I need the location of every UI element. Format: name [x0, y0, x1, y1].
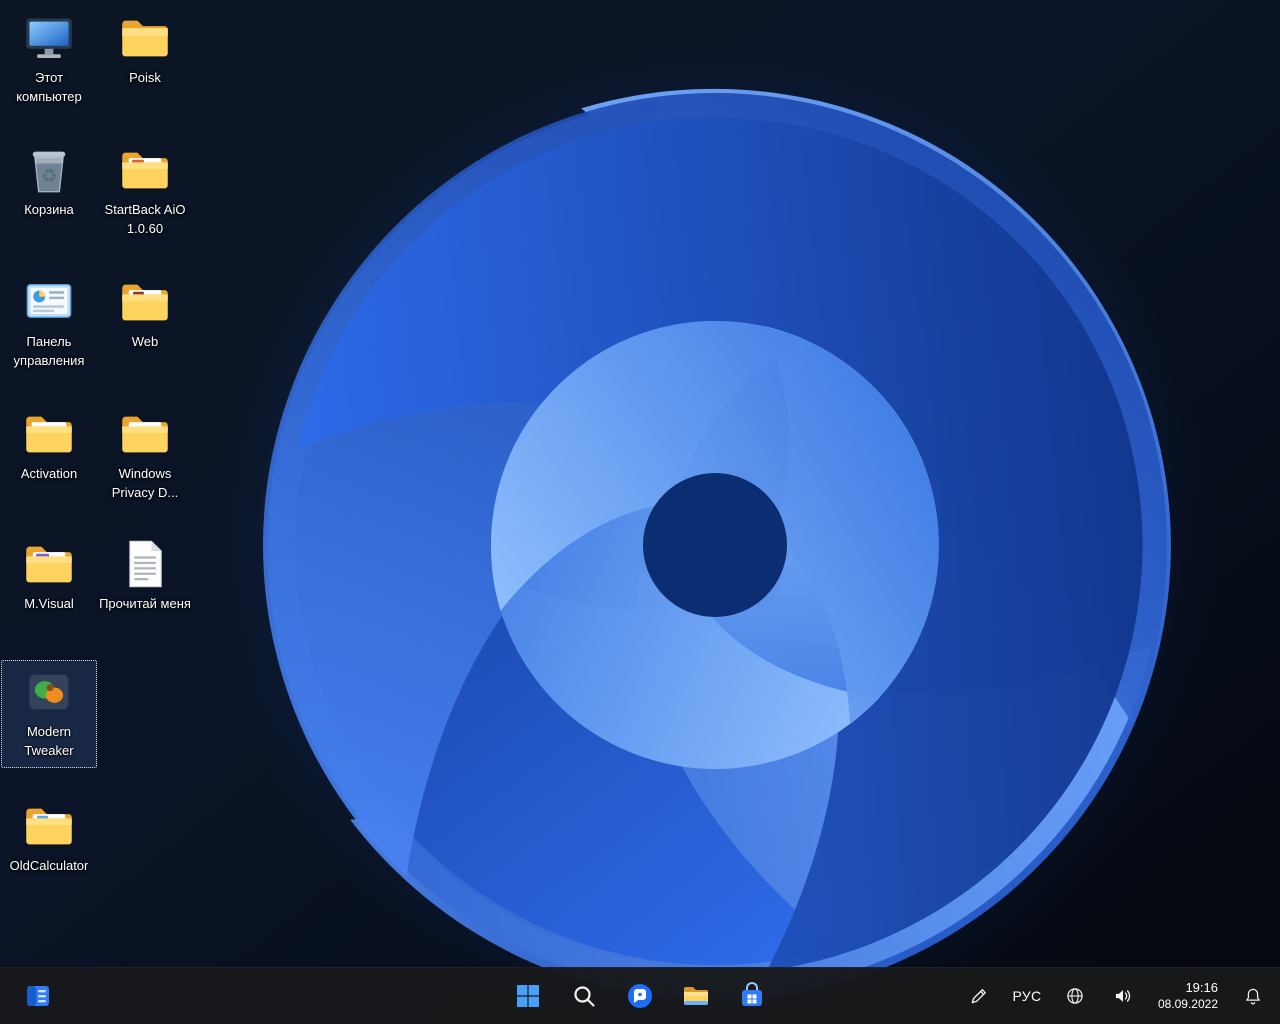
folder-icon [118, 11, 172, 65]
store-button[interactable] [732, 976, 772, 1016]
speaker-icon [1115, 990, 1131, 1002]
desktop-icon-label: Корзина [24, 202, 74, 217]
desktop-icon-label: Web [131, 334, 159, 349]
text-document-icon [118, 537, 172, 591]
desktop-icon-oldcalculator[interactable]: OldCalculator [1, 794, 97, 883]
notification-center-button[interactable] [1232, 976, 1274, 1016]
desktop-icon-label: StartBack AiO 1.0.60 [104, 202, 186, 236]
pen-icon [971, 989, 986, 1004]
folder-icon [118, 407, 172, 461]
desktop-icon-this-pc[interactable]: Этот компьютер [1, 6, 97, 114]
folder-icon [22, 407, 76, 461]
folder-icon [118, 143, 172, 197]
time-text: 19:16 [1185, 979, 1218, 995]
desktop[interactable]: Этот компьютер ♻ Корзина Панель управлен… [0, 0, 1280, 1024]
search-button[interactable] [564, 976, 604, 1016]
folder-icon [22, 799, 76, 853]
desktop-icon-label: Этот компьютер [16, 70, 82, 104]
desktop-icon-web[interactable]: Web [97, 270, 193, 359]
desktop-icon-recycle-bin[interactable]: ♻ Корзина [1, 138, 97, 227]
date-text: 08.09.2022 [1157, 996, 1218, 1011]
desktop-icon-activation[interactable]: Activation [1, 402, 97, 491]
desktop-icon-label: Windows Privacy D... [111, 466, 179, 500]
taskbar: РУС 19:16 08.09.2022 [0, 967, 1280, 1024]
svg-text:♻: ♻ [41, 165, 58, 186]
desktop-icon-label: OldCalculator [9, 858, 89, 873]
desktop-icon-control-panel[interactable]: Панель управления [1, 270, 97, 378]
desktop-icon-m-visual[interactable]: M.Visual [1, 532, 97, 621]
pen-tray-button[interactable] [958, 976, 1000, 1016]
explorer-button[interactable] [676, 976, 716, 1016]
computer-monitor-icon [22, 11, 76, 65]
desktop-icon-modern-tweaker[interactable]: Modern Tweaker [1, 660, 97, 768]
desktop-icon-label: Activation [20, 466, 78, 481]
desktop-icon-windows-privacy[interactable]: Windows Privacy D... [97, 402, 193, 510]
desktop-icon-label: Панель управления [13, 334, 85, 368]
search-icon [574, 986, 595, 1007]
network-tray-button[interactable] [1054, 976, 1096, 1016]
desktop-icon-poisk[interactable]: Poisk [97, 6, 193, 95]
recycle-bin-icon: ♻ [22, 143, 76, 197]
control-panel-icon [22, 275, 76, 329]
desktop-icon-label: M.Visual [24, 596, 74, 611]
start-button[interactable] [508, 976, 548, 1016]
folder-icon [22, 537, 76, 591]
windows-logo-icon [517, 985, 539, 1007]
volume-tray-button[interactable] [1102, 976, 1144, 1016]
notification-bell-icon [1246, 988, 1260, 1005]
desktop-icon-label: Modern Tweaker [24, 724, 74, 758]
file-explorer-icon [684, 987, 708, 1005]
globe-icon [1067, 988, 1083, 1004]
folder-icon [118, 275, 172, 329]
desktop-icon-startback-aio[interactable]: StartBack AiO 1.0.60 [97, 138, 193, 246]
chat-button[interactable] [620, 976, 660, 1016]
tweaker-app-icon [22, 665, 76, 719]
microsoft-store-icon [742, 982, 762, 1006]
language-indicator[interactable]: РУС [1006, 976, 1048, 1016]
desktop-icon-label: Прочитай меня [99, 596, 191, 611]
desktop-icon-label: Poisk [129, 70, 161, 85]
clock[interactable]: 19:16 08.09.2022 [1150, 980, 1226, 1012]
desktop-icon-readme[interactable]: Прочитай меня [97, 532, 193, 621]
chat-bubble-icon [628, 984, 652, 1008]
